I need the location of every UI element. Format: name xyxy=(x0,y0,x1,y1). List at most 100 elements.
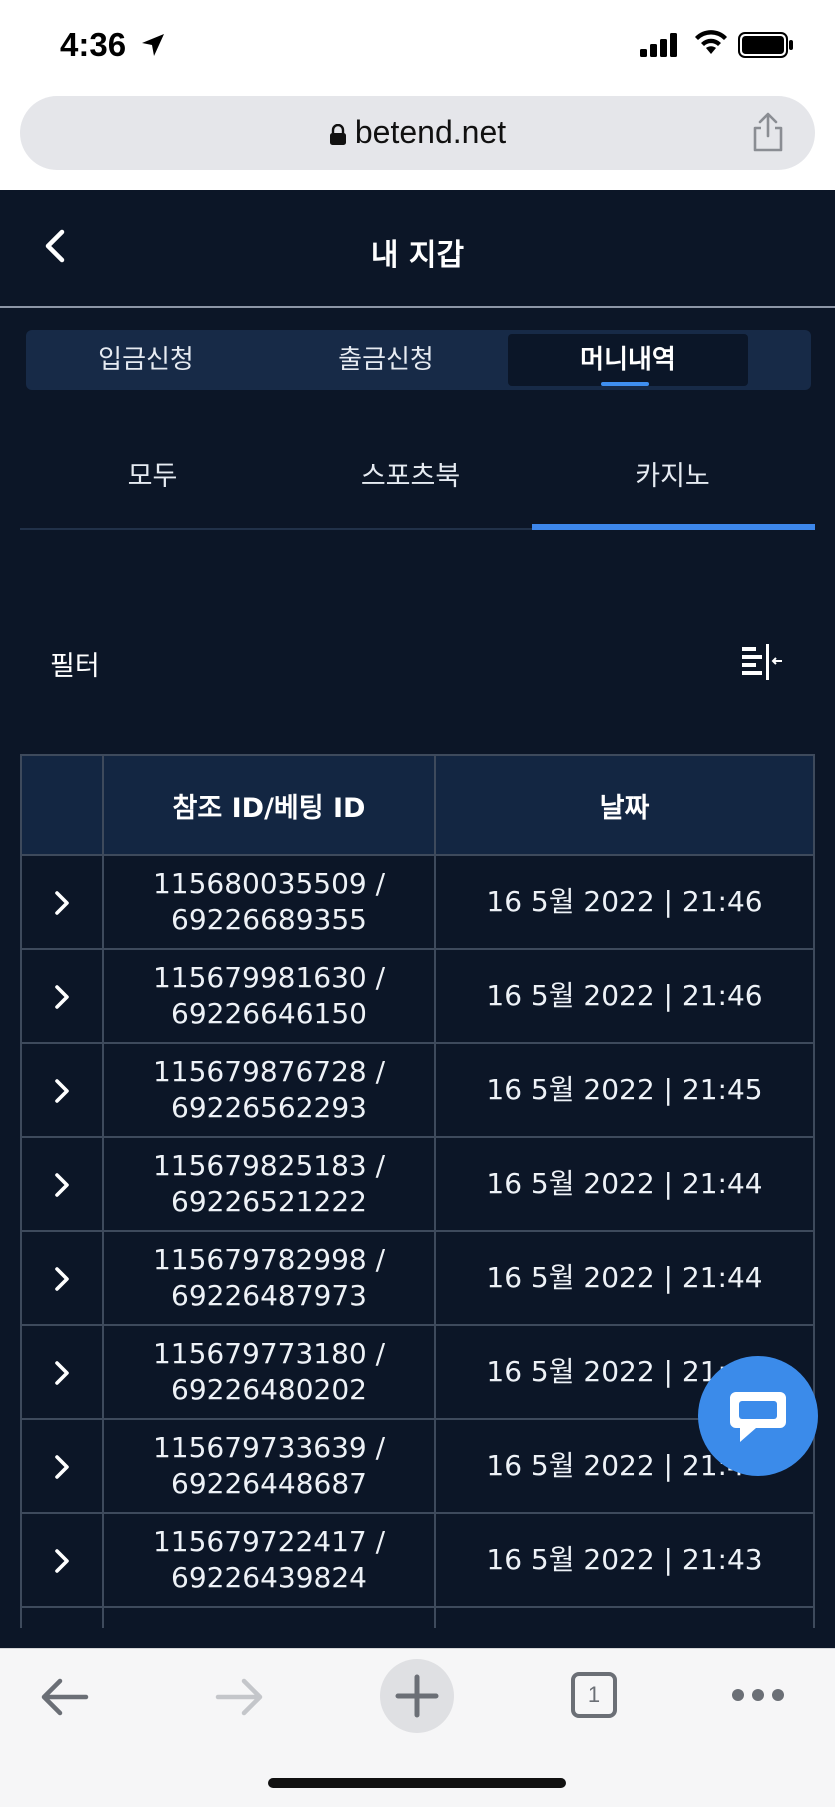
bet-id-text: 69226448687 xyxy=(171,1467,367,1500)
bet-id-text: 69226689355 xyxy=(171,903,367,936)
table-row[interactable]: 115679722417 /69226439824 16 5월 2022 | 21… xyxy=(20,1512,815,1608)
ref-id-cell: 115680035509 /69226689355 xyxy=(102,854,436,950)
table-row[interactable]: 115679981630 /69226646150 16 5월 2022 | 21… xyxy=(20,948,815,1044)
expand-cell[interactable] xyxy=(20,1136,104,1232)
tab-withdraw-request[interactable]: 출금신청 xyxy=(266,334,506,386)
ref-id-cell: 115679825183 /69226521222 xyxy=(102,1136,436,1232)
new-tab-button[interactable] xyxy=(380,1659,454,1733)
address-bar[interactable]: betend.net xyxy=(20,96,815,170)
table-row[interactable]: 115679876728 /69226562293 16 5월 2022 | 21… xyxy=(20,1042,815,1138)
tabs-button[interactable]: 1 xyxy=(570,1671,618,1719)
tab-deposit-request[interactable]: 입금신청 xyxy=(26,334,266,386)
ref-id-text: 115679981630 / xyxy=(152,961,386,994)
expand-cell[interactable] xyxy=(20,948,104,1044)
expand-cell[interactable] xyxy=(20,854,104,950)
ref-id-cell: 115679733639 /69226448687 xyxy=(102,1418,436,1514)
date-cell: 16 5월 2022 | 21:44 xyxy=(434,1136,815,1232)
expand-cell[interactable] xyxy=(20,1042,104,1138)
column-header-date[interactable]: 날짜 xyxy=(434,754,815,856)
ref-id-text: 115679782998 / xyxy=(152,1243,386,1276)
date-cell: 16 5월 2022 | 21:46 xyxy=(434,854,815,950)
history-table: 참조 ID/베팅 ID 날짜 115680035509 /69226689355… xyxy=(20,754,815,1628)
chevron-right-icon xyxy=(55,985,69,1009)
date-cell xyxy=(434,1606,815,1628)
table-row[interactable]: 115680035509 /69226689355 16 5월 2022 | 21… xyxy=(20,854,815,950)
ref-id-cell: 115679773180 /69226480202 xyxy=(102,1324,436,1420)
wallet-tab-bar: 입금신청 출금신청 머니내역 xyxy=(26,330,811,390)
table-row[interactable]: 115679679456 / xyxy=(20,1606,815,1628)
ref-id-cell: 115679679456 / xyxy=(102,1606,436,1628)
ref-id-cell: 115679722417 /69226439824 xyxy=(102,1512,436,1608)
table-row[interactable]: 115679782998 /69226487973 16 5월 2022 | 21… xyxy=(20,1230,815,1326)
expand-cell[interactable] xyxy=(20,1324,104,1420)
ref-id-cell: 115679876728 /69226562293 xyxy=(102,1042,436,1138)
plus-icon xyxy=(395,1674,439,1718)
ref-id-text: 115679825183 / xyxy=(152,1149,386,1182)
ref-id-text: 115679876728 / xyxy=(152,1055,386,1088)
chat-icon xyxy=(730,1392,786,1442)
forward-arrow-icon[interactable] xyxy=(212,1669,268,1725)
history-table-container: 참조 ID/베팅 ID 날짜 115680035509 /69226689355… xyxy=(20,754,815,1628)
tab-sportsbook[interactable]: 스포츠북 xyxy=(278,454,543,493)
bet-id-text: 69226646150 xyxy=(171,997,367,1030)
chevron-right-icon xyxy=(55,1267,69,1291)
status-bar: 4:36 xyxy=(0,0,835,92)
filter-label: 필터 xyxy=(50,651,100,682)
ref-id-text: 115680035509 / xyxy=(152,867,386,900)
ref-id-text: 115679733639 / xyxy=(152,1431,386,1464)
url-display[interactable]: betend.net xyxy=(20,114,815,151)
ref-id-cell: 115679981630 /69226646150 xyxy=(102,948,436,1044)
column-header-ref-id[interactable]: 참조 ID/베팅 ID xyxy=(102,754,436,856)
location-arrow-icon xyxy=(142,34,164,56)
table-row[interactable]: 115679733639 /69226448687 16 5월 2022 | 21… xyxy=(20,1418,815,1514)
chevron-right-icon xyxy=(55,1173,69,1197)
active-tab-underline xyxy=(601,382,649,386)
chevron-right-icon xyxy=(55,891,69,915)
browser-url-area: betend.net xyxy=(0,92,835,190)
signal-icon xyxy=(640,33,677,57)
table-row[interactable]: 115679773180 /69226480202 16 5월 2022 | 21… xyxy=(20,1324,815,1420)
status-time: 4:36 xyxy=(60,26,127,63)
bet-id-text: 69226480202 xyxy=(171,1373,367,1406)
expand-cell[interactable] xyxy=(20,1230,104,1326)
table-header-row: 참조 ID/베팅 ID 날짜 xyxy=(20,754,815,856)
more-icon[interactable] xyxy=(730,1687,786,1703)
date-cell: 16 5월 2022 | 21:43 xyxy=(434,1512,815,1608)
chevron-right-icon xyxy=(55,1549,69,1573)
date-cell: 16 5월 2022 | 21:45 xyxy=(434,1042,815,1138)
chevron-right-icon xyxy=(55,1079,69,1103)
tab-all[interactable]: 모두 xyxy=(20,454,285,493)
open-tabs-count: 1 xyxy=(587,1682,601,1707)
bet-id-text: 69226521222 xyxy=(171,1185,367,1218)
bet-id-text: 69226439824 xyxy=(171,1561,367,1594)
column-header-expand xyxy=(20,754,104,856)
chevron-right-icon xyxy=(55,1361,69,1385)
chevron-right-icon xyxy=(55,1455,69,1479)
live-chat-button[interactable] xyxy=(698,1356,818,1476)
expand-cell[interactable] xyxy=(20,1418,104,1514)
page-title: 내 지갑 xyxy=(370,238,465,273)
wifi-icon xyxy=(695,30,727,54)
table-row[interactable]: 115679825183 /69226521222 16 5월 2022 | 21… xyxy=(20,1136,815,1232)
ref-id-cell: 115679782998 /69226487973 xyxy=(102,1230,436,1326)
back-arrow-icon[interactable] xyxy=(36,1669,92,1725)
share-icon[interactable] xyxy=(751,112,785,152)
lock-icon xyxy=(329,123,346,145)
bet-id-text: 69226487973 xyxy=(171,1279,367,1312)
expand-cell[interactable] xyxy=(20,1606,104,1628)
ref-id-text: 115679773180 / xyxy=(152,1337,386,1370)
app-header: 내 지갑 xyxy=(0,190,835,308)
tab-money-history[interactable]: 머니내역 xyxy=(508,334,748,386)
history-tab-bar: 모두 스포츠북 카지노 xyxy=(20,420,815,530)
url-text: betend.net xyxy=(354,114,507,150)
ref-id-text: 115679722417 / xyxy=(152,1525,386,1558)
bet-id-text: 69226562293 xyxy=(171,1091,367,1124)
expand-cell[interactable] xyxy=(20,1512,104,1608)
date-cell: 16 5월 2022 | 21:44 xyxy=(434,1230,815,1326)
home-indicator xyxy=(268,1778,566,1788)
battery-icon xyxy=(738,32,793,58)
date-cell: 16 5월 2022 | 21:46 xyxy=(434,948,815,1044)
active-subtab-indicator xyxy=(532,524,815,530)
tab-casino[interactable]: 카지노 xyxy=(540,454,805,493)
filter-collapse-icon[interactable] xyxy=(740,644,784,680)
